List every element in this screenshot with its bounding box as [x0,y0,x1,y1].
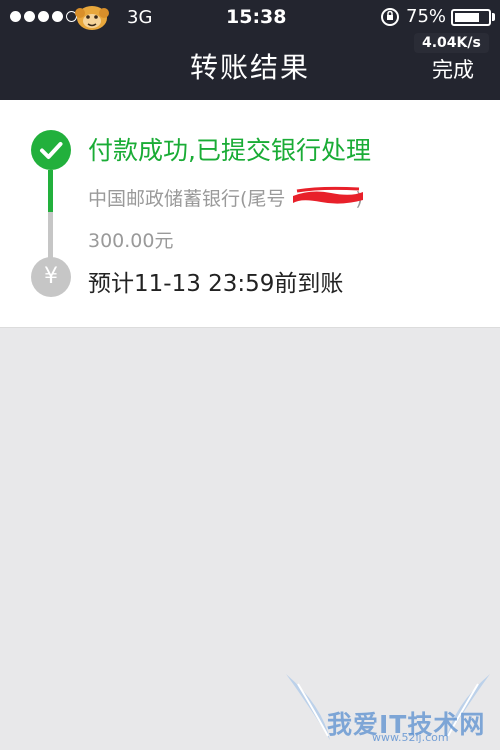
watermark-url: www.52ij.com [372,731,449,744]
redaction-mark [293,186,363,204]
rotation-lock-icon [381,8,399,26]
navigation-header: 3G 15:38 75% 转账结果 4.04K/s 完成 [0,0,500,100]
bank-name: 中国邮政储蓄银行(尾号 [88,188,286,210]
timeline-progress-line [48,170,53,212]
payment-status-title: 付款成功,已提交银行处理 [88,136,371,165]
check-circle-icon [31,130,71,170]
battery-percentage: 75% [406,6,447,27]
status-time: 15:38 [226,6,287,28]
battery-icon [451,9,491,26]
signal-strength-icon [10,11,77,22]
status-bar: 3G 15:38 75% [0,0,500,34]
yen-circle-icon: ¥ [31,257,71,297]
transfer-amount: 300.00元 [88,230,174,252]
estimated-arrival: 预计11-13 23:59前到账 [88,271,344,297]
network-speed-badge: 4.04K/s [414,33,489,53]
battery-level [455,13,479,22]
timeline-pending-line [48,212,53,262]
network-type: 3G [127,7,153,28]
monkey-avatar-icon [75,6,109,30]
done-button[interactable]: 完成 [432,54,474,84]
